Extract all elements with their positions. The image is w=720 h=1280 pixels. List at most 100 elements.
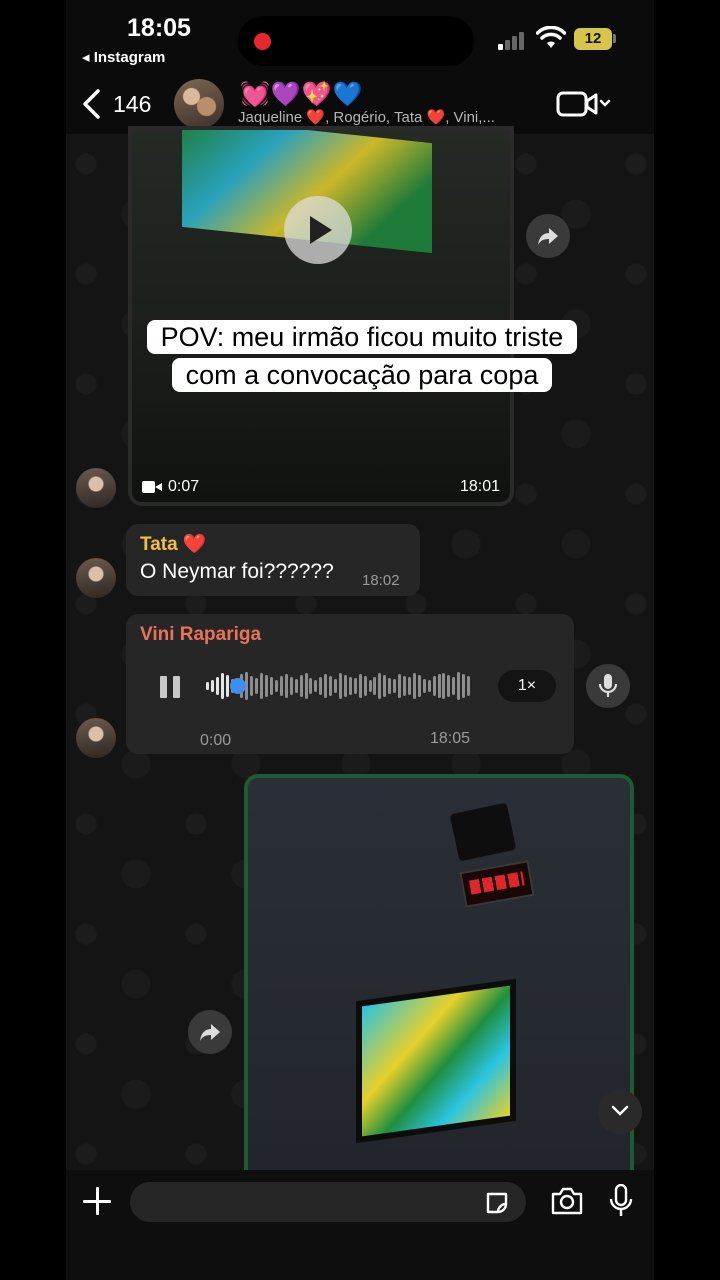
- message-input[interactable]: [130, 1182, 526, 1222]
- camera-icon[interactable]: [550, 1186, 584, 1216]
- waveform-bar: [398, 674, 402, 698]
- speaker-in-photo: [449, 802, 517, 862]
- chat-header: 146 💓💜💖💙 Jaqueline ❤️, Rogério, Tata ❤️,…: [66, 72, 654, 134]
- sender-avatar-vini[interactable]: [76, 718, 116, 758]
- video-timestamp: 18:01: [459, 478, 500, 495]
- group-members[interactable]: Jaqueline ❤️, Rogério, Tata ❤️, Vini,...: [238, 108, 538, 126]
- waveform-bar: [358, 674, 362, 698]
- waveform-bar: [304, 673, 308, 699]
- status-bar: 18:05 ◂ Instagram 12: [66, 0, 654, 72]
- waveform-bar: [388, 678, 392, 694]
- waveform-bar: [432, 676, 436, 696]
- compose-bar: [66, 1170, 654, 1280]
- waveform-bar: [339, 673, 342, 699]
- forward-icon: [538, 228, 558, 245]
- waveform-bar: [348, 677, 352, 695]
- pause-icon[interactable]: [160, 676, 182, 698]
- wifi-icon: [536, 26, 566, 48]
- waveform-bar: [442, 673, 446, 699]
- video-camera-icon: [142, 481, 162, 493]
- video-duration: 0:07: [142, 478, 199, 496]
- waveform-bar: [279, 676, 283, 696]
- waveform-bar: [294, 679, 298, 693]
- waveform-bar: [393, 679, 397, 693]
- sender-name[interactable]: Tata ❤️: [140, 532, 207, 556]
- waveform-bar: [383, 675, 387, 697]
- waveform-bar: [260, 673, 264, 699]
- waveform-bar: [412, 673, 416, 699]
- waveform-bar: [319, 677, 323, 695]
- clock-in-photo: [459, 860, 535, 908]
- waveform-bar: [255, 678, 259, 694]
- waveform-bar: [457, 672, 461, 700]
- tv-in-photo: [356, 978, 516, 1144]
- playback-scrubber[interactable]: [230, 678, 246, 694]
- waveform-bar: [343, 675, 347, 697]
- waveform-bar: [329, 676, 333, 696]
- waveform-bar: [299, 675, 303, 697]
- waveform-bar: [403, 676, 407, 696]
- waveform-bar: [373, 677, 377, 695]
- waveform-bar: [215, 677, 219, 695]
- battery-tip: [613, 34, 616, 43]
- attach-plus-icon[interactable]: [82, 1186, 112, 1216]
- caption-line-2: com a convocação para copa: [171, 358, 553, 392]
- play-button[interactable]: [284, 196, 352, 264]
- sender-name[interactable]: Vini Rapariga: [140, 624, 261, 646]
- voice-elapsed: 0:00: [200, 732, 232, 749]
- video-message[interactable]: 0:07 18:01: [128, 126, 514, 506]
- waveform-bar: [314, 680, 318, 692]
- waveform-bar: [309, 678, 313, 694]
- waveform-bar: [210, 680, 214, 692]
- waveform-bar: [437, 674, 441, 698]
- battery-indicator: 12: [574, 28, 612, 50]
- waveform-bar: [284, 674, 288, 698]
- pov-caption: POV: meu irmão ficou muito triste com a …: [110, 318, 614, 394]
- microphone-icon: [598, 674, 618, 697]
- message-text: O Neymar foi??????: [140, 560, 334, 583]
- waveform-bar: [265, 675, 269, 697]
- caption-line-1: POV: meu irmão ficou muito triste: [146, 320, 578, 354]
- text-message-bubble[interactable]: Tata ❤️ O Neymar foi?????? 18:02: [126, 524, 420, 596]
- waveform-bar: [467, 676, 471, 696]
- group-title[interactable]: 💓💜💖💙: [240, 80, 364, 109]
- waveform-bar: [289, 677, 293, 695]
- waveform-bar: [378, 673, 382, 699]
- voice-timestamp: 18:05: [430, 730, 471, 747]
- status-time: 18:05: [127, 14, 191, 42]
- waveform-bar: [206, 682, 209, 690]
- video-thumbnail: [132, 130, 510, 502]
- unread-count[interactable]: 146: [113, 91, 151, 118]
- waveform-bar: [225, 675, 229, 697]
- waveform-bar: [324, 674, 328, 698]
- video-call-icon[interactable]: [556, 90, 612, 118]
- waveform-bar: [407, 677, 411, 695]
- forward-button[interactable]: [188, 1010, 232, 1054]
- forward-icon: [200, 1024, 220, 1041]
- waveform-bar: [452, 677, 456, 695]
- waveform-bar: [270, 677, 274, 695]
- voice-message-bubble[interactable]: Vini Rapariga 1× 0:00 18:05: [126, 614, 574, 754]
- waveform-bar: [274, 680, 278, 692]
- waveform-bar: [447, 675, 451, 697]
- recording-dot-icon: [254, 33, 271, 50]
- forward-button[interactable]: [526, 214, 570, 258]
- waveform-bar: [353, 678, 357, 694]
- waveform-bar: [427, 680, 431, 692]
- scroll-to-bottom-button[interactable]: [598, 1090, 642, 1134]
- microphone-icon[interactable]: [608, 1184, 634, 1218]
- image-message[interactable]: [244, 774, 634, 1170]
- voice-note-badge: [586, 664, 630, 708]
- waveform-bar: [417, 675, 421, 697]
- sticker-icon[interactable]: [484, 1190, 510, 1216]
- video-duration-text: 0:07: [168, 478, 200, 495]
- back-to-app-link[interactable]: ◂ Instagram: [82, 48, 165, 66]
- waveform-bar: [368, 680, 372, 692]
- group-avatar[interactable]: [174, 79, 224, 129]
- playback-speed-button[interactable]: 1×: [498, 670, 556, 702]
- back-chevron-icon[interactable]: [80, 88, 104, 120]
- sender-avatar[interactable]: [76, 468, 116, 508]
- sender-avatar-tata[interactable]: [76, 558, 116, 598]
- waveform-bar: [250, 676, 254, 696]
- photo-content: [248, 778, 630, 1170]
